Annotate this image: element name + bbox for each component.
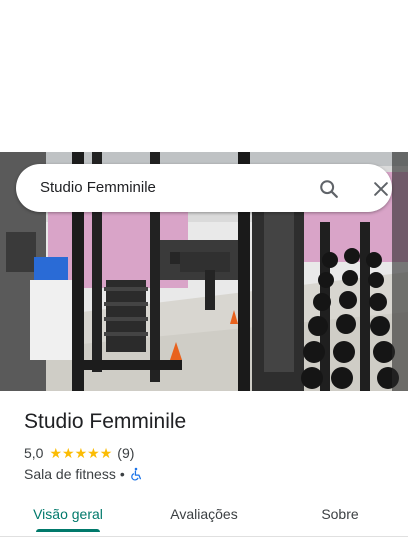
search-icon[interactable] — [316, 176, 342, 202]
tab-label: Visão geral — [33, 506, 103, 522]
review-count[interactable]: (9) — [117, 445, 134, 461]
rating-value: 5,0 — [24, 445, 44, 461]
active-tab-indicator — [36, 529, 100, 532]
tab-reviews[interactable]: Avaliações — [136, 494, 272, 534]
star-icon: ★ — [62, 445, 75, 461]
star-icon: ★ — [99, 445, 113, 461]
place-tabs: Visão geral Avaliações Sobre — [0, 494, 408, 538]
tab-label: Avaliações — [170, 506, 238, 522]
category-row: Sala de fitness • — [24, 465, 143, 483]
separator: • — [119, 466, 125, 482]
star-icon: ★ — [74, 445, 88, 461]
tab-label: Sobre — [321, 506, 359, 522]
tab-overview[interactable]: Visão geral — [0, 494, 136, 534]
close-icon[interactable] — [368, 176, 394, 202]
star-icon: ★ — [49, 445, 63, 461]
search-bar[interactable]: Studio Femminile — [16, 164, 392, 212]
star-icon: ★ — [87, 445, 100, 461]
map-blank-area — [0, 0, 408, 152]
wheelchair-icon — [129, 467, 143, 481]
place-category: Sala de fitness — [24, 466, 116, 482]
tab-about[interactable]: Sobre — [272, 494, 408, 534]
tabs-divider — [0, 536, 408, 537]
star-rating: ★ ★ ★ ★ ★ — [49, 446, 112, 460]
rating-row[interactable]: 5,0 ★ ★ ★ ★ ★ (9) — [24, 444, 134, 462]
place-name: Studio Femminile — [24, 410, 187, 433]
search-input[interactable]: Studio Femminile — [40, 178, 156, 198]
